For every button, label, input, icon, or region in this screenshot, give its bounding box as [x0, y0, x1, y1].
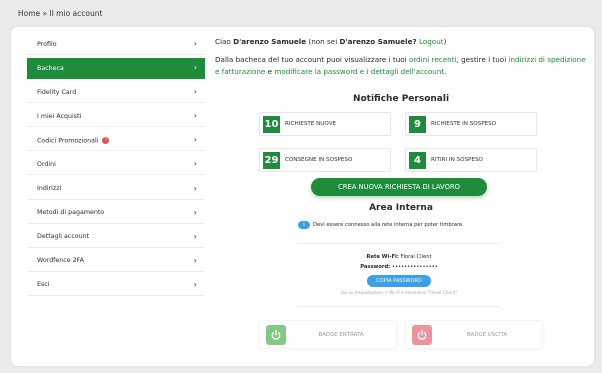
- notification-ritiri-sospeso[interactable]: 4 RITIRI IN SOSPESO: [405, 148, 537, 172]
- power-icon: [266, 324, 286, 345]
- notification-count: 4: [409, 151, 426, 169]
- new-work-request-button[interactable]: CREA NUOVA RICHIESTA DI LAVORO: [311, 178, 487, 196]
- account-card: Profilo › Bacheca › Fidelity Card › I mi…: [11, 27, 594, 366]
- sidebar-item-ordini[interactable]: Ordini ›: [27, 154, 205, 176]
- account-sidebar: Profilo › Bacheca › Fidelity Card › I mi…: [27, 34, 205, 299]
- badge-uscita-button[interactable]: BADGE USCITA: [405, 320, 543, 349]
- badge-entrata-label: BADGE ENTRATA: [318, 331, 364, 338]
- wifi-value: Floral Client: [400, 254, 432, 260]
- sidebar-item-label: Bacheca: [37, 64, 64, 72]
- sidebar-item-acquisti[interactable]: I miei Acquisti ›: [27, 106, 205, 128]
- sidebar-item-label: I miei Acquisti: [37, 112, 82, 120]
- notification-richieste-sospeso[interactable]: 9 RICHIESTE IN SOSPESO: [405, 112, 537, 136]
- sidebar-item-metodi-pagamento[interactable]: Metodi di pagamento ›: [27, 203, 205, 224]
- chevron-right-icon: ›: [193, 39, 197, 48]
- chevron-right-icon: ›: [193, 207, 197, 217]
- sidebar-item-codici-promozionali[interactable]: Codici Promozionali! ›: [27, 130, 205, 152]
- sidebar-item-bacheca[interactable]: Bacheca ›: [27, 58, 205, 80]
- chevron-right-icon: ›: [193, 63, 197, 73]
- notification-label: RICHIESTE IN SOSPESO: [431, 121, 497, 127]
- chevron-right-icon: ›: [193, 279, 197, 289]
- wifi-network-line: Rete Wi-Fi: Floral Client: [298, 254, 500, 260]
- sidebar-item-label: Indirizzi: [37, 185, 62, 193]
- notification-richieste-nuove[interactable]: 10 RICHIESTE NUOVE: [259, 112, 391, 136]
- wifi-hint: Vai su Impostazioni > Wi-Fi e seleziona …: [340, 291, 458, 296]
- breadcrumb[interactable]: Home » Il mio account: [18, 9, 102, 18]
- sidebar-item-label: Wordfence 2FA: [37, 257, 84, 265]
- notification-label: CONSEGNE IN SOSPESO: [285, 157, 353, 163]
- user-name: D'arenzo Samuele: [233, 37, 307, 46]
- user-name-question: D'arenzo Samuele?: [339, 37, 417, 46]
- sidebar-item-fidelity-card[interactable]: Fidelity Card ›: [27, 82, 205, 104]
- intro-text: Dalla bacheca del tuo account puoi visua…: [215, 54, 587, 78]
- greeting-prefix: Ciao: [215, 37, 234, 46]
- wifi-info-box: Rete Wi-Fi: Floral Client Password: ••••…: [298, 243, 500, 307]
- alert-badge: !: [102, 136, 110, 144]
- sidebar-item-esci[interactable]: Esci ›: [27, 275, 205, 296]
- sidebar-item-label: Dettagli account: [37, 233, 90, 241]
- chevron-right-icon: ›: [193, 159, 197, 169]
- sidebar-item-label: Codici Promozionali: [37, 137, 99, 145]
- notification-count: 9: [409, 115, 426, 133]
- sidebar-item-dettagli-account[interactable]: Dettagli account ›: [27, 227, 205, 248]
- intro-text-1: Dalla bacheca del tuo account puoi visua…: [215, 55, 409, 64]
- chevron-right-icon: ›: [193, 111, 197, 121]
- password-value: •••••••••••••••: [391, 264, 438, 270]
- recent-orders-link[interactable]: ordini recenti: [409, 55, 457, 64]
- sidebar-item-label: Ordini: [37, 160, 56, 168]
- chevron-right-icon: ›: [193, 255, 197, 265]
- wifi-label: Rete Wi-Fi:: [366, 254, 399, 260]
- sidebar-item-label: Esci: [37, 281, 50, 289]
- info-icon: i: [298, 221, 310, 229]
- sidebar-item-label: Metodi di pagamento: [37, 209, 105, 217]
- account-details-link[interactable]: modificare la password e i dettagli dell…: [274, 67, 444, 76]
- intro-text-4: .: [444, 67, 447, 76]
- password-label: Password:: [360, 264, 391, 270]
- wifi-password-line: Password: •••••••••••••••: [298, 264, 500, 270]
- sidebar-item-wordfence-2fa[interactable]: Wordfence 2FA ›: [27, 251, 205, 272]
- notifications-title: Notifiche Personali: [352, 94, 450, 104]
- sidebar-item-indirizzi[interactable]: Indirizzi ›: [27, 179, 205, 200]
- greeting: Ciao D'arenzo Samuele (non sei D'arenzo …: [215, 37, 587, 46]
- power-icon: [412, 324, 432, 345]
- badge-entrata-button[interactable]: BADGE ENTRATA: [259, 320, 397, 349]
- intro-text-2: , gestire i tuoi: [456, 55, 509, 64]
- notification-label: RITIRI IN SOSPESO: [431, 157, 483, 163]
- greeting-suffix: ): [443, 37, 447, 46]
- badge-uscita-label: BADGE USCITA: [466, 331, 508, 338]
- network-notice-text: Devi essere connesso alla rete interna p…: [313, 222, 464, 228]
- sidebar-item-profilo[interactable]: Profilo ›: [27, 34, 205, 55]
- notification-count: 29: [263, 151, 280, 169]
- chevron-right-icon: ›: [193, 183, 197, 193]
- logout-link[interactable]: Logout: [417, 37, 444, 46]
- dashboard-content: Ciao D'arenzo Samuele (non sei D'arenzo …: [215, 33, 587, 349]
- sidebar-item-label: Profilo: [37, 40, 57, 48]
- notification-count: 10: [263, 115, 280, 133]
- greeting-middle: (non sei: [306, 37, 340, 46]
- network-notice: i Devi essere connesso alla rete interna…: [298, 221, 464, 229]
- chevron-right-icon: ›: [193, 87, 197, 97]
- chevron-right-icon: ›: [193, 135, 197, 145]
- chevron-right-icon: ›: [193, 231, 197, 241]
- notification-label: RICHIESTE NUOVE: [285, 121, 337, 127]
- notifications-grid: 10 RICHIESTE NUOVE 9 RICHIESTE IN SOSPES…: [259, 112, 537, 172]
- sidebar-item-label: Fidelity Card: [37, 88, 77, 96]
- notification-consegne-sospeso[interactable]: 29 CONSEGNE IN SOSPESO: [259, 148, 391, 172]
- intro-text-3: e: [265, 67, 275, 76]
- copy-password-button[interactable]: COPIA PASSWORD: [367, 275, 431, 287]
- internal-area-title: Area Interna: [369, 203, 433, 213]
